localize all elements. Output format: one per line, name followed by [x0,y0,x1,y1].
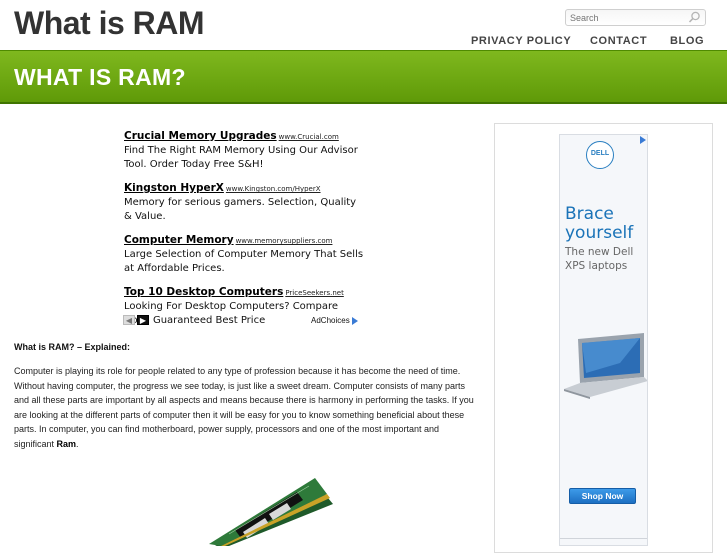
ad-title-link[interactable]: Top 10 Desktop Computers [124,286,283,298]
chevron-right-icon[interactable]: ▶ [137,315,149,325]
dell-logo: DELL [586,141,614,169]
shop-now-button[interactable]: Shop Now [569,488,636,504]
adchoices-icon[interactable] [640,136,646,144]
ad-item[interactable]: Computer Memory www.memorysuppliers.com L… [124,228,364,276]
adchoices-icon [351,316,358,325]
laptop-image [564,333,647,399]
search-icon[interactable] [688,11,701,24]
ad-title-link[interactable]: Kingston HyperX [124,182,224,194]
ad-title-link[interactable]: Crucial Memory Upgrades [124,130,277,142]
ad-description: Memory for serious gamers. Selection, Qu… [124,197,357,222]
adchoices-label: AdChoices [311,316,350,325]
nav-privacy-policy[interactable]: PRIVACY POLICY [471,35,571,47]
ad-description: Find The Right RAM Memory Using Our Advi… [124,145,358,170]
text-ads-block: Crucial Memory Upgrades www.Crucial.com F… [124,124,364,332]
ad-item[interactable]: Kingston HyperX www.Kingston.com/HyperX M… [124,176,364,224]
ad-url-link[interactable]: www.Kingston.com/HyperX [226,185,321,193]
page-banner: WHAT IS RAM? [0,50,727,104]
ram-module-image [209,478,333,546]
ad-url-link[interactable]: www.memorysuppliers.com [236,237,333,245]
article-text-end: . [76,438,79,449]
ad-description: Large Selection of Computer Memory That … [124,249,364,274]
article-body: Computer is playing its role for people … [14,364,476,452]
dell-banner-ad[interactable]: DELL Brace yourself The new Dell XPS lap… [559,134,648,546]
nav-blog[interactable]: BLOG [670,35,704,47]
search-box[interactable] [565,9,706,26]
article-subheading: What is RAM? – Explained: [14,342,131,352]
chevron-left-icon[interactable]: ◀ [123,315,135,325]
ad-footer-divider [560,538,647,545]
search-input[interactable] [570,11,680,24]
article-text: Computer is playing its role for people … [14,366,474,449]
ad-item[interactable]: Crucial Memory Upgrades www.Crucial.com F… [124,124,364,172]
ad-headline: Brace yourself [565,204,634,243]
ad-subheadline: The new Dell XPS laptops [565,246,634,272]
ad-url-link[interactable]: PriceSeekers.net [285,289,343,297]
adchoices-link[interactable]: AdChoices [311,316,358,325]
page-title: WHAT IS RAM? [14,64,186,90]
ad-title-link[interactable]: Computer Memory [124,234,234,246]
nav-contact[interactable]: CONTACT [590,35,647,47]
site-title[interactable]: What is RAM [14,5,205,42]
ad-url-link[interactable]: www.Crucial.com [279,133,339,141]
article-bold-term: Ram [56,438,77,449]
